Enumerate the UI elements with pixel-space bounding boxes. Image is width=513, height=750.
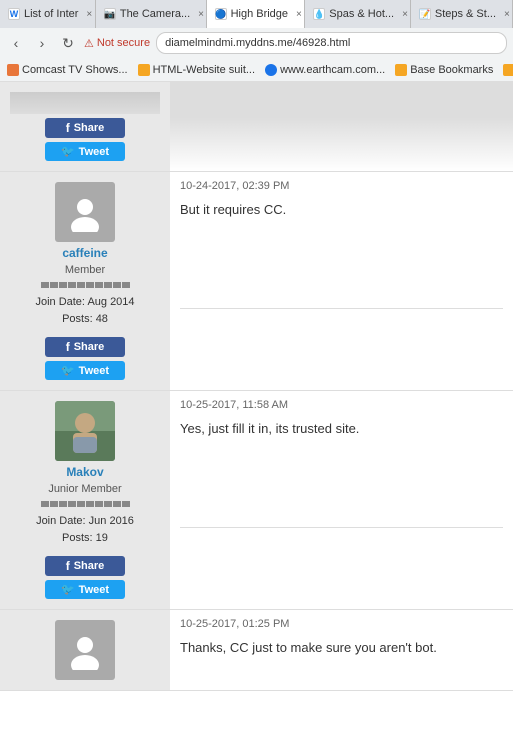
tab-bar: W List of Inter × 📷 The Camera... × 🔵 Hi… — [0, 0, 513, 28]
share-label: Share — [74, 341, 105, 353]
facebook-share-button[interactable]: f Share — [45, 118, 125, 138]
tab-favicon: 📷 — [104, 8, 116, 20]
share-label: Share — [74, 122, 105, 134]
tab-close-icon[interactable]: × — [198, 9, 204, 20]
post-sidebar-partial: f Share 🐦 Tweet — [0, 82, 170, 171]
bookmark-comcast[interactable]: Comcast TV Shows... — [4, 63, 131, 77]
security-text: Not secure — [97, 37, 150, 49]
tab-steps[interactable]: 📝 Steps & St... × — [411, 0, 513, 28]
tab-favicon: W — [8, 8, 20, 20]
tab-close-icon[interactable]: × — [86, 9, 92, 20]
default-avatar-icon-last — [65, 630, 105, 670]
browser-chrome: W List of Inter × 📷 The Camera... × 🔵 Hi… — [0, 0, 513, 82]
tab-high-bridge[interactable]: 🔵 High Bridge × — [207, 0, 306, 28]
post-text-caffeine: But it requires CC. — [180, 200, 503, 220]
bookmark-earthcam[interactable]: www.earthcam.com... — [262, 63, 388, 77]
bookmark-label: www.earthcam.com... — [280, 64, 385, 76]
post-content-makov: 10-25-2017, 11:58 AM Yes, just fill it i… — [170, 391, 513, 609]
bookmark-icon — [503, 64, 513, 76]
tab-label: List of Inter — [24, 8, 78, 20]
avatar-makov — [55, 401, 115, 461]
tab-label: Steps & St... — [435, 8, 496, 20]
security-warning: ⚠ Not secure — [84, 37, 150, 50]
user-role-caffeine: Member — [65, 264, 105, 276]
username-makov[interactable]: Makov — [66, 465, 103, 479]
bookmark-label: HTML-Website suit... — [153, 64, 256, 76]
tab-close-icon[interactable]: × — [296, 9, 302, 20]
reputation-bar-caffeine — [41, 282, 130, 288]
post-makov: Makov Junior Member Join Date: Jun 2016 … — [0, 391, 513, 610]
post-timestamp-caffeine: 10-24-2017, 02:39 PM — [180, 180, 503, 192]
tweet-label: Tweet — [79, 584, 109, 596]
share-label: Share — [74, 560, 105, 572]
forward-button[interactable]: › — [32, 33, 52, 53]
user-meta-caffeine: Join Date: Aug 2014 Posts: 48 — [35, 294, 134, 327]
bookmark-ba[interactable]: ba — [500, 63, 513, 77]
post-divider-caffeine — [180, 308, 503, 309]
post-content-last: 10-25-2017, 01:25 PM Thanks, CC just to … — [170, 610, 513, 690]
post-content-partial — [170, 82, 513, 171]
tweet-label: Tweet — [79, 146, 109, 158]
twitter-tweet-button[interactable]: 🐦 Tweet — [45, 142, 125, 161]
tab-close-icon[interactable]: × — [402, 9, 408, 20]
address-text: diamelmindmi.myddns.me/46928.html — [165, 37, 350, 49]
username-caffeine[interactable]: caffeine — [62, 246, 107, 260]
bookmark-html[interactable]: HTML-Website suit... — [135, 63, 259, 77]
address-bar-row: ‹ › ↻ ⚠ Not secure diamelmindmi.myddns.m… — [0, 28, 513, 58]
twitter-tweet-button-caffeine[interactable]: 🐦 Tweet — [45, 361, 125, 380]
twitter-icon: 🐦 — [61, 364, 75, 377]
tweet-label: Tweet — [79, 365, 109, 377]
post-caffeine: caffeine Member Join Date: Aug 2014 Post… — [0, 172, 513, 391]
post-sidebar-caffeine: caffeine Member Join Date: Aug 2014 Post… — [0, 172, 170, 390]
tab-favicon: 📝 — [419, 8, 431, 20]
facebook-icon: f — [66, 340, 70, 354]
tab-spas[interactable]: 💧 Spas & Hot... × — [305, 0, 411, 28]
facebook-icon: f — [66, 121, 70, 135]
avatar-caffeine — [55, 182, 115, 242]
bookmark-icon — [265, 64, 277, 76]
bookmark-icon — [138, 64, 150, 76]
makov-avatar-icon — [55, 401, 115, 461]
facebook-share-button-caffeine[interactable]: f Share — [45, 337, 125, 357]
facebook-share-button-makov[interactable]: f Share — [45, 556, 125, 576]
default-avatar-icon — [65, 192, 105, 232]
post-text-last: Thanks, CC just to make sure you aren't … — [180, 638, 503, 658]
tab-label: High Bridge — [231, 8, 288, 20]
tab-the-camera[interactable]: 📷 The Camera... × — [96, 0, 207, 28]
bookmark-icon — [395, 64, 407, 76]
address-box[interactable]: diamelmindmi.myddns.me/46928.html — [156, 32, 507, 54]
back-button[interactable]: ‹ — [6, 33, 26, 53]
user-meta-makov: Join Date: Jun 2016 Posts: 19 — [36, 513, 134, 546]
warning-icon: ⚠ — [84, 37, 94, 50]
post-content-caffeine: 10-24-2017, 02:39 PM But it requires CC. — [170, 172, 513, 390]
user-role-makov: Junior Member — [48, 483, 121, 495]
twitter-tweet-button-makov[interactable]: 🐦 Tweet — [45, 580, 125, 599]
tab-favicon: 🔵 — [215, 8, 227, 20]
bookmarks-bar: Comcast TV Shows... HTML-Website suit...… — [0, 58, 513, 82]
post-timestamp-makov: 10-25-2017, 11:58 AM — [180, 399, 503, 411]
tab-label: Spas & Hot... — [329, 8, 394, 20]
tab-favicon: 💧 — [313, 8, 325, 20]
tab-list-of-inter[interactable]: W List of Inter × — [0, 0, 96, 28]
tab-label: The Camera... — [120, 8, 190, 20]
post-text-makov: Yes, just fill it in, its trusted site. — [180, 419, 503, 439]
avatar-last — [55, 620, 115, 680]
bookmark-icon — [7, 64, 19, 76]
bookmark-label: Base Bookmarks — [410, 64, 493, 76]
reputation-bar-makov — [41, 501, 130, 507]
post-timestamp-last: 10-25-2017, 01:25 PM — [180, 618, 503, 630]
post-top-partial: f Share 🐦 Tweet — [0, 82, 513, 172]
post-divider-makov — [180, 527, 503, 528]
refresh-button[interactable]: ↻ — [58, 33, 78, 53]
twitter-icon: 🐦 — [61, 145, 75, 158]
tab-close-icon[interactable]: × — [504, 9, 510, 20]
post-sidebar-makov: Makov Junior Member Join Date: Jun 2016 … — [0, 391, 170, 609]
page-content: f Share 🐦 Tweet caffeine Member — [0, 82, 513, 691]
bookmark-base[interactable]: Base Bookmarks — [392, 63, 496, 77]
twitter-icon: 🐦 — [61, 583, 75, 596]
post-sidebar-last — [0, 610, 170, 690]
facebook-icon: f — [66, 559, 70, 573]
post-last-partial: 10-25-2017, 01:25 PM Thanks, CC just to … — [0, 610, 513, 691]
bookmark-label: Comcast TV Shows... — [22, 64, 128, 76]
